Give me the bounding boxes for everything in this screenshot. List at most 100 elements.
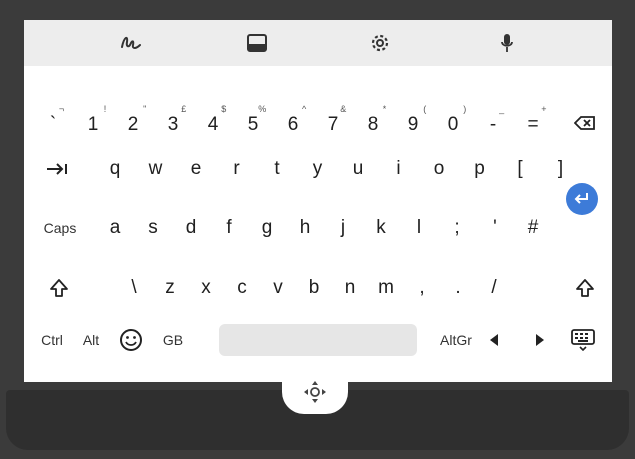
handwriting-icon[interactable] <box>118 30 144 56</box>
key-label: t <box>274 158 280 179</box>
key-label: 6 ^ <box>287 104 307 135</box>
cursor-right-key[interactable] <box>528 323 552 357</box>
number-row-key[interactable]: 8 * <box>358 104 388 142</box>
key-shift-label: _ <box>499 104 505 114</box>
home-row-key[interactable]: d <box>176 211 206 245</box>
key-label: - _ <box>489 104 505 135</box>
key-label: i <box>396 158 401 179</box>
tab-key[interactable] <box>42 152 72 186</box>
qwerty-row-key[interactable]: t <box>262 152 292 186</box>
key-label: z <box>165 277 175 298</box>
qwerty-row-key[interactable]: ] <box>546 152 576 186</box>
home-row-key[interactable]: s <box>138 211 168 245</box>
space-bar[interactable] <box>219 324 417 356</box>
qwerty-row-key[interactable]: [ <box>505 152 535 186</box>
emoji-key[interactable] <box>116 323 146 357</box>
keyboard-hide-icon <box>571 329 595 351</box>
home-row-key[interactable]: g <box>252 211 282 245</box>
home-row-key[interactable]: h <box>290 211 320 245</box>
bottom-row-key[interactable]: . <box>443 271 473 305</box>
alt-key[interactable]: Alt <box>76 323 106 357</box>
altgr-key[interactable]: AltGr <box>434 323 478 357</box>
home-row-key[interactable]: l <box>404 211 434 245</box>
home-row-key[interactable]: j <box>328 211 358 245</box>
emoji-icon <box>120 329 142 351</box>
number-row-key[interactable]: = + <box>518 104 548 142</box>
bottom-row-key[interactable]: c <box>227 271 257 305</box>
bottom-row-key[interactable]: m <box>371 271 401 305</box>
backspace-icon <box>574 116 595 130</box>
gear-icon[interactable] <box>367 30 393 56</box>
number-row-key[interactable]: ` ¬ <box>38 104 68 142</box>
key-label: s <box>148 217 158 238</box>
home-row-key[interactable]: ; <box>442 211 472 245</box>
number-row-key[interactable]: 3 £ <box>158 104 188 142</box>
qwerty-row-key[interactable]: u <box>343 152 373 186</box>
key-label: 4 $ <box>207 104 227 135</box>
qwerty-row-key[interactable]: q <box>100 152 130 186</box>
qwerty-row-key[interactable]: w <box>141 152 171 186</box>
number-row-key[interactable]: 5% <box>238 104 268 142</box>
qwerty-row-key[interactable]: o <box>424 152 454 186</box>
home-row-key[interactable]: # <box>518 211 548 245</box>
qwerty-row-key[interactable]: y <box>303 152 333 186</box>
key-shift-label: * <box>382 104 387 114</box>
key-shift-label: % <box>258 104 267 114</box>
qwerty-row-key[interactable]: e <box>181 152 211 186</box>
key-label: 0) <box>447 104 467 135</box>
on-screen-keyboard: Caps Ctrl Alt GB AltGr ` ¬ 1! 2 " 3 £ 4 $ 5% 6 ^ 7 & 8… <box>24 20 612 382</box>
bottom-row-key[interactable]: / <box>479 271 509 305</box>
key-shift-label: ! <box>103 104 107 114</box>
number-row-key[interactable]: 1! <box>78 104 108 142</box>
microphone-icon[interactable] <box>494 30 520 56</box>
language-key[interactable]: GB <box>158 323 188 357</box>
enter-key[interactable] <box>566 183 598 215</box>
backspace-key[interactable] <box>570 106 600 140</box>
home-row-key[interactable]: ' <box>480 211 510 245</box>
number-row-key[interactable]: 7 & <box>318 104 348 142</box>
key-shift-label: + <box>541 104 547 114</box>
key-label: # <box>527 217 539 238</box>
shift-icon <box>50 279 68 297</box>
shift-left-key[interactable] <box>44 271 74 305</box>
ctrl-key[interactable]: Ctrl <box>34 323 70 357</box>
key-label: g <box>261 217 273 238</box>
key-shift-label: $ <box>221 104 227 114</box>
bottom-row-key[interactable]: v <box>263 271 293 305</box>
bottom-row-key[interactable]: , <box>407 271 437 305</box>
number-row-key[interactable]: 9( <box>398 104 428 142</box>
key-label: ` ¬ <box>49 104 65 135</box>
bottom-row-key[interactable]: z <box>155 271 185 305</box>
key-shift-label: " <box>143 104 147 114</box>
home-row-key[interactable]: k <box>366 211 396 245</box>
bottom-row-key[interactable]: n <box>335 271 365 305</box>
cursor-left-key[interactable] <box>482 323 506 357</box>
caps-key[interactable]: Caps <box>38 211 82 245</box>
key-label: k <box>376 217 386 238</box>
number-row-key[interactable]: 4 $ <box>198 104 228 142</box>
number-row-key[interactable]: 6 ^ <box>278 104 308 142</box>
qwerty-row-key[interactable]: p <box>465 152 495 186</box>
qwerty-row-key[interactable]: r <box>222 152 252 186</box>
key-label: 8 * <box>367 104 387 135</box>
home-row-key[interactable]: f <box>214 211 244 245</box>
number-row-key[interactable]: - _ <box>478 104 508 142</box>
key-shift-label: ) <box>463 104 467 114</box>
keyboard-layout-icon[interactable] <box>244 30 270 56</box>
shift-right-key[interactable] <box>570 271 600 305</box>
home-row-key[interactable]: a <box>100 211 130 245</box>
key-label: w <box>148 158 163 179</box>
key-label: q <box>109 158 121 179</box>
bottom-row-key[interactable]: x <box>191 271 221 305</box>
enter-icon <box>574 193 588 204</box>
key-label: x <box>201 277 211 298</box>
key-label: d <box>185 217 197 238</box>
keyboard-move-handle[interactable] <box>282 370 348 414</box>
qwerty-row-key[interactable]: i <box>384 152 414 186</box>
bottom-row-key[interactable]: \ <box>119 271 149 305</box>
number-row-key[interactable]: 0) <box>438 104 468 142</box>
number-row-key[interactable]: 2 " <box>118 104 148 142</box>
key-label: \ <box>131 277 137 298</box>
bottom-row-key[interactable]: b <box>299 271 329 305</box>
hide-keyboard-key[interactable] <box>566 323 600 357</box>
